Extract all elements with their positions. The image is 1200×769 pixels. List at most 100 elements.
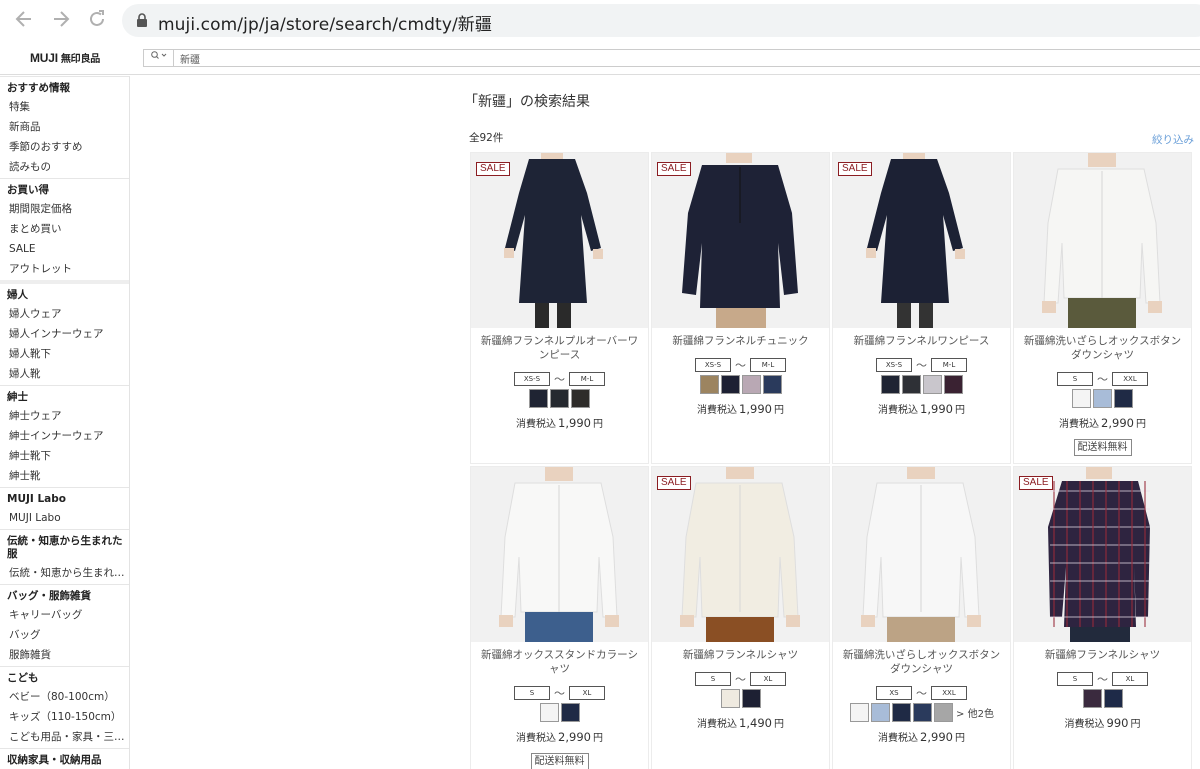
color-swatch[interactable] — [720, 689, 740, 708]
sidebar-item[interactable]: 婦人ウェア — [0, 305, 129, 325]
product-card[interactable]: SALE 新疆綿フランネルプルオーバーワンピース XS-S 〜 M-L 消費税込 1,990… — [471, 153, 648, 463]
color-swatch[interactable] — [762, 375, 782, 394]
sidebar-item[interactable]: アウトレット — [0, 260, 129, 280]
sidebar-heading[interactable]: MUJI Labo — [0, 488, 129, 509]
product-name[interactable]: 新疆綿フランネルシャツ — [1020, 648, 1185, 662]
color-swatch[interactable] — [871, 703, 891, 722]
sidebar-heading[interactable]: 収納家具・収納用品 — [0, 749, 129, 769]
sidebar-item[interactable]: 服飾雑貨 — [0, 646, 129, 666]
product-image[interactable]: SALE — [471, 153, 648, 328]
search-scope-dropdown[interactable] — [144, 50, 174, 66]
sidebar-item[interactable]: SALE — [0, 240, 129, 260]
sidebar-item[interactable]: 紳士靴下 — [0, 447, 129, 467]
color-swatch[interactable] — [539, 703, 559, 722]
sidebar-heading[interactable]: 伝統・知恵から生まれた服 — [0, 530, 129, 564]
reload-icon[interactable] — [85, 8, 109, 32]
sidebar-item[interactable]: 読みもの — [0, 158, 129, 178]
size-max: XL — [750, 672, 786, 686]
color-swatch[interactable] — [892, 703, 912, 722]
product-image[interactable]: SALE — [833, 153, 1010, 328]
sidebar-item[interactable]: 婦人靴下 — [0, 345, 129, 365]
sidebar-item[interactable]: キャリーバッグ — [0, 606, 129, 626]
sidebar-item[interactable]: 紳士インナーウェア — [0, 427, 129, 447]
sidebar-heading[interactable]: 婦人 — [0, 284, 129, 305]
product-card[interactable]: SALE 新疆綿フランネルワンピース XS-S 〜 M-L 消費税込 1,990 円 — [833, 153, 1010, 463]
sidebar-item[interactable]: 期間限定価格 — [0, 200, 129, 220]
search-icon — [150, 51, 166, 59]
sidebar-item[interactable]: MUJI Labo — [0, 509, 129, 529]
color-swatch[interactable] — [571, 389, 590, 408]
sidebar-item[interactable]: キッズ（110-150cm） — [0, 708, 129, 728]
sidebar-item[interactable]: 紳士靴 — [0, 467, 129, 487]
product-image[interactable] — [833, 467, 1010, 642]
product-image[interactable]: SALE — [652, 153, 829, 328]
size-range: XS 〜 XXL — [833, 685, 1010, 701]
color-swatch[interactable] — [1093, 389, 1112, 408]
product-name[interactable]: 新疆綿フランネルシャツ — [658, 648, 823, 662]
color-swatch[interactable] — [934, 703, 954, 722]
color-swatch[interactable] — [560, 703, 580, 722]
color-swatch[interactable] — [1072, 389, 1091, 408]
color-swatch[interactable] — [901, 375, 921, 394]
product-image[interactable]: SALE — [652, 467, 829, 642]
sale-badge: SALE — [476, 162, 510, 176]
product-image[interactable]: SALE — [1014, 467, 1191, 642]
product-name[interactable]: 新疆綿洗いざらしオックスボタンダウンシャツ — [839, 648, 1004, 676]
address-bar[interactable]: muji.com/jp/ja/store/search/cmdty/新疆 — [122, 4, 1200, 37]
back-arrow-icon[interactable] — [12, 8, 36, 32]
product-image[interactable] — [1014, 153, 1191, 328]
product-card[interactable]: SALE 新疆綿フランネルシャツ S 〜 XL 消費税込 990 円 — [1014, 467, 1191, 769]
product-name[interactable]: 新疆綿フランネルワンピース — [839, 334, 1004, 348]
product-name[interactable]: 新疆綿洗いざらしオックスボタンダウンシャツ — [1020, 334, 1185, 362]
sidebar-item[interactable]: 婦人靴 — [0, 365, 129, 385]
color-swatch[interactable] — [1114, 389, 1133, 408]
product-card[interactable]: 新疆綿洗いざらしオックスボタンダウンシャツ XS 〜 XXL > 他2色 消費税込 2,99… — [833, 467, 1010, 769]
sidebar-item[interactable]: まとめ買い — [0, 220, 129, 240]
product-card[interactable]: 新疆綿オックススタンドカラーシャツ S 〜 XL 消費税込 2,990 円配送料無料 — [471, 467, 648, 769]
color-swatch[interactable] — [529, 389, 548, 408]
forward-arrow-icon[interactable] — [49, 8, 73, 32]
color-swatch[interactable] — [1082, 689, 1102, 708]
color-swatch[interactable] — [850, 703, 870, 722]
color-swatch[interactable] — [1103, 689, 1123, 708]
color-swatch[interactable] — [699, 375, 719, 394]
color-swatch[interactable] — [741, 689, 761, 708]
sidebar-item[interactable]: こども用品・家具・三輪車 — [0, 728, 129, 748]
product-name[interactable]: 新疆綿フランネルプルオーバーワンピース — [477, 334, 642, 362]
color-swatch[interactable] — [922, 375, 942, 394]
product-card[interactable]: 新疆綿洗いざらしオックスボタンダウンシャツ S 〜 XXL 消費税込 2,990 円配送料無… — [1014, 153, 1191, 463]
sidebar-item[interactable]: 伝統・知恵から生まれた服 — [0, 564, 129, 584]
size-tilde: 〜 — [554, 687, 565, 700]
sidebar-item[interactable]: ベビー（80-100cm） — [0, 688, 129, 708]
sidebar-heading[interactable]: おすすめ情報 — [0, 77, 129, 98]
sidebar-item[interactable]: 新商品 — [0, 118, 129, 138]
product-name[interactable]: 新疆綿フランネルチュニック — [658, 334, 823, 348]
color-swatch[interactable] — [720, 375, 740, 394]
sidebar-heading[interactable]: バッグ・服飾雑貨 — [0, 585, 129, 606]
sidebar-item[interactable]: 紳士ウェア — [0, 407, 129, 427]
search-box[interactable]: 新疆 — [143, 49, 1200, 67]
color-swatch[interactable] — [880, 375, 900, 394]
color-swatch[interactable] — [550, 389, 569, 408]
size-range: XS-S 〜 M-L — [471, 371, 648, 387]
product-card[interactable]: SALE 新疆綿フランネルシャツ S 〜 XL 消費税込 1,490 円 — [652, 467, 829, 769]
color-swatch[interactable] — [943, 375, 963, 394]
sidebar-heading[interactable]: 紳士 — [0, 386, 129, 407]
more-colors-link[interactable]: > 他2色 — [956, 705, 994, 720]
sidebar-item[interactable]: バッグ — [0, 626, 129, 646]
filter-link[interactable]: 絞り込み — [1152, 132, 1194, 147]
muji-logo[interactable]: MUJI 無印良品 — [30, 50, 100, 65]
sidebar-heading[interactable]: こども — [0, 667, 129, 688]
sidebar-section: 伝統・知恵から生まれた服 伝統・知恵から生まれた服 — [0, 529, 129, 584]
sidebar-item[interactable]: 特集 — [0, 98, 129, 118]
sidebar-item[interactable]: 婦人インナーウェア — [0, 325, 129, 345]
product-image[interactable] — [471, 467, 648, 642]
sidebar-item[interactable]: 季節のおすすめ — [0, 138, 129, 158]
sidebar-heading[interactable]: お買い得 — [0, 179, 129, 200]
product-name[interactable]: 新疆綿オックススタンドカラーシャツ — [477, 648, 642, 676]
search-input[interactable]: 新疆 — [180, 51, 200, 66]
category-sidebar: おすすめ情報 特集 新商品 季節のおすすめ 読みもの お買い得 期間限定価格 まとめ買い SAL… — [0, 76, 130, 769]
product-card[interactable]: SALE 新疆綿フランネルチュニック XS-S 〜 M-L 消費税込 1,990 円 — [652, 153, 829, 463]
color-swatch[interactable] — [913, 703, 933, 722]
color-swatch[interactable] — [741, 375, 761, 394]
